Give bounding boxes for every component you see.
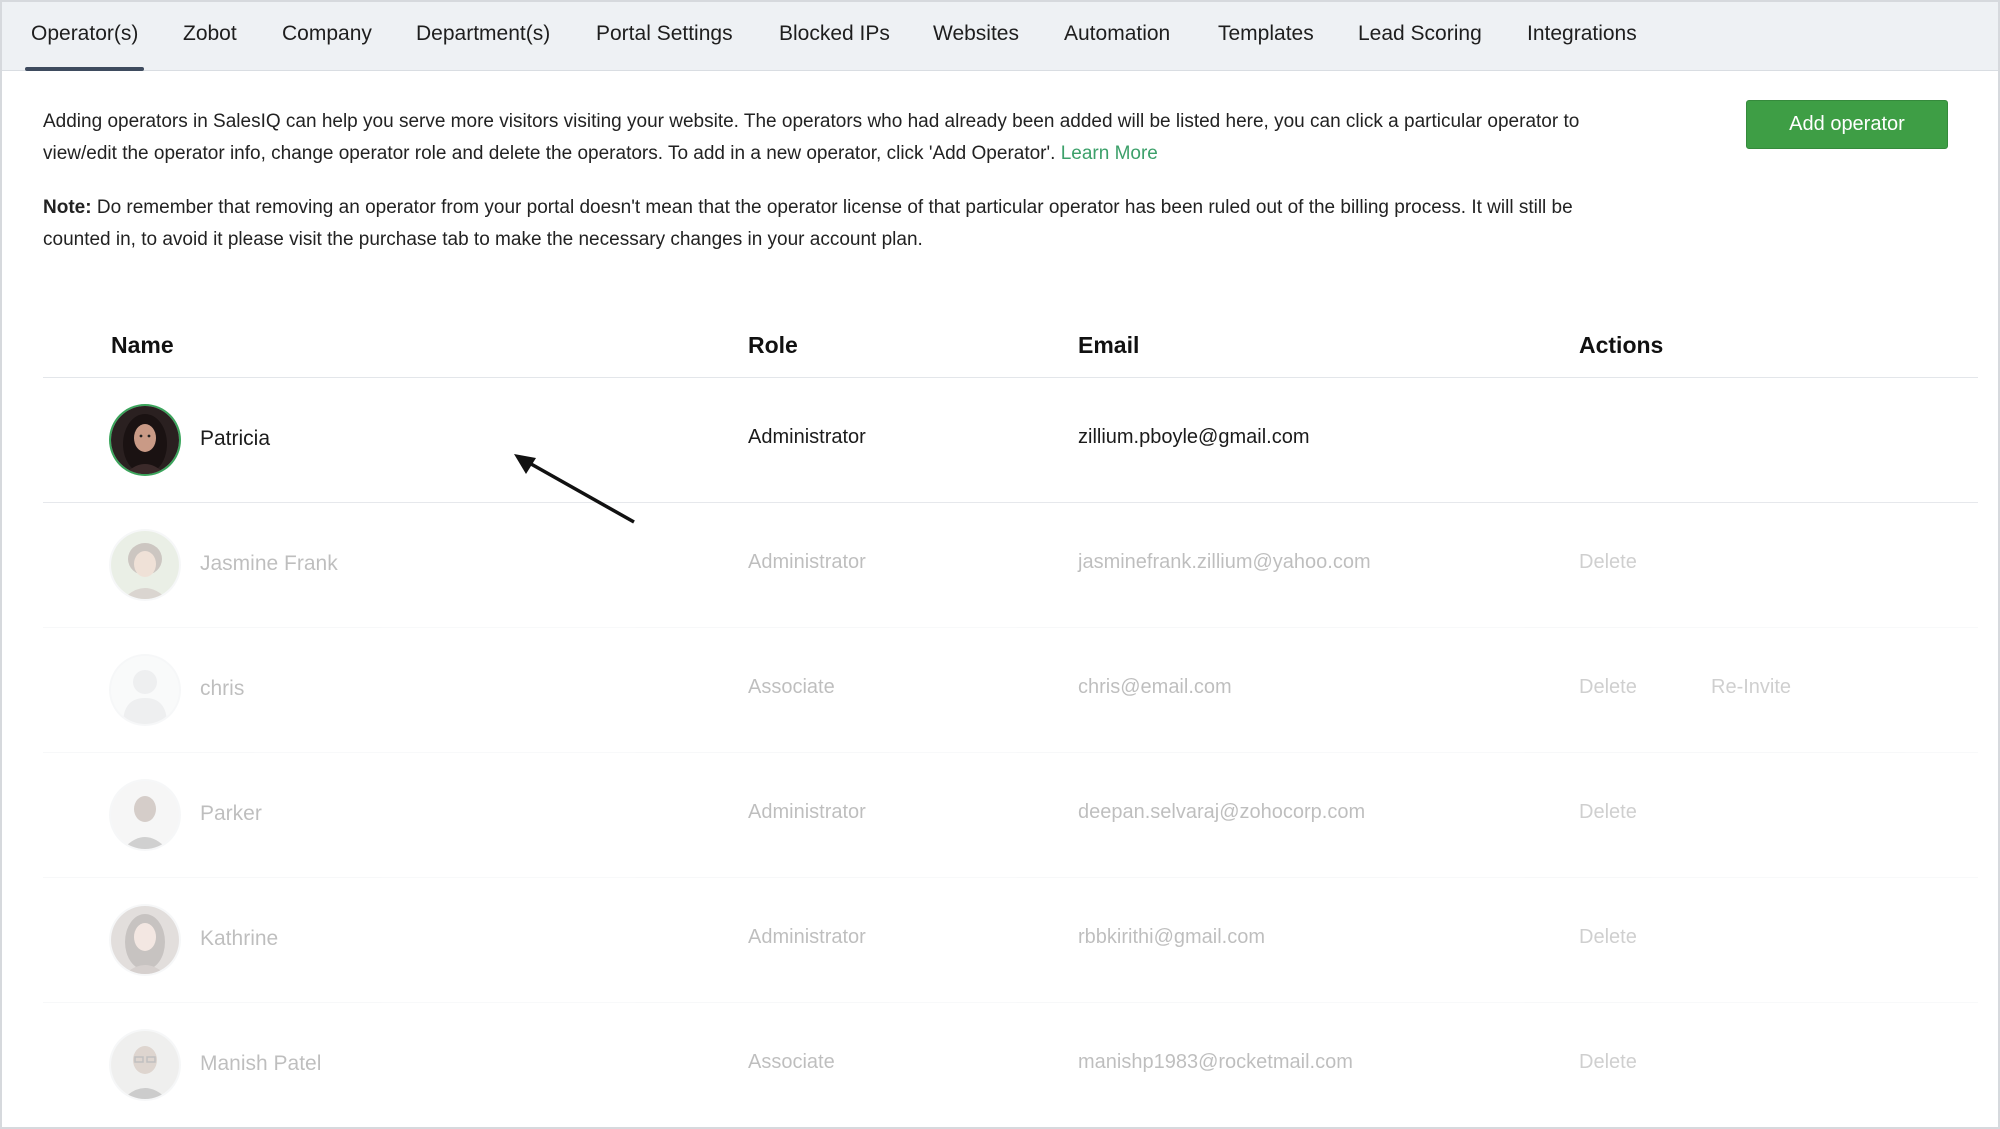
annotation-arrow-icon	[514, 454, 635, 524]
operator-email: manishp1983@rocketmail.com	[1078, 1051, 1353, 1073]
learn-more-link[interactable]: Learn More	[1061, 143, 1158, 164]
note-text: Do remember that removing an operator fr…	[43, 197, 1573, 250]
avatar-photo-woman-long-hair-icon	[111, 906, 179, 974]
column-header-role: Role	[748, 332, 798, 358]
photo-man-glasses-icon	[111, 1031, 179, 1099]
photo-woman-long-hair-icon	[111, 906, 179, 974]
table-row[interactable]: Parker Administrator deepan.selvaraj@zoh…	[43, 753, 1978, 878]
intro-text: Adding operators in SalesIQ can help you…	[43, 111, 1580, 164]
operator-email: jasminefrank.zillium@yahoo.com	[1078, 551, 1371, 573]
delete-button[interactable]: Delete	[1579, 676, 1637, 699]
billing-note: Note: Do remember that removing an opera…	[43, 192, 1588, 256]
operator-role: Associate	[748, 676, 835, 698]
operators-table-header: Name Role Email Actions	[43, 324, 1978, 378]
tab-portal-settings[interactable]: Portal Settings	[596, 2, 733, 71]
tab-automation[interactable]: Automation	[1064, 2, 1170, 71]
operator-name[interactable]: Manish Patel	[200, 1052, 321, 1076]
tab-zobot[interactable]: Zobot	[183, 2, 237, 71]
operator-email: zillium.pboyle@gmail.com	[1078, 426, 1310, 448]
operator-role: Administrator	[748, 551, 866, 573]
operator-email: deepan.selvaraj@zohocorp.com	[1078, 801, 1366, 823]
photo-woman-short-hair-icon	[111, 531, 179, 599]
delete-button[interactable]: Delete	[1579, 551, 1637, 574]
delete-button[interactable]: Delete	[1579, 1051, 1637, 1074]
tab-templates[interactable]: Templates	[1218, 2, 1314, 71]
avatar-photo-man-glasses-icon	[111, 1031, 179, 1099]
table-row[interactable]: Patricia Administrator zillium.pboyle@gm…	[43, 378, 1978, 503]
operator-role: Administrator	[748, 426, 866, 448]
delete-button[interactable]: Delete	[1579, 926, 1637, 949]
operator-name[interactable]: chris	[200, 677, 244, 701]
tab-integrations[interactable]: Integrations	[1527, 2, 1637, 71]
table-row[interactable]: Jasmine Frank Administrator jasminefrank…	[43, 503, 1978, 628]
tab-lead-scoring[interactable]: Lead Scoring	[1358, 2, 1482, 71]
operator-role: Administrator	[748, 926, 866, 948]
photo-man-icon	[111, 781, 179, 849]
operator-name[interactable]: Patricia	[200, 427, 270, 451]
settings-tab-bar: Operator(s) Zobot Company Department(s) …	[2, 2, 1998, 71]
tab-operators[interactable]: Operator(s)	[24, 2, 145, 71]
column-header-actions: Actions	[1579, 332, 1664, 358]
avatar-photo-woman-dark-hair-icon	[111, 406, 179, 474]
operator-name[interactable]: Parker	[200, 802, 262, 826]
tab-company[interactable]: Company	[282, 2, 372, 71]
column-header-email: Email	[1078, 332, 1140, 358]
re-invite-button[interactable]: Re-Invite	[1711, 676, 1791, 699]
add-operator-button[interactable]: Add operator	[1746, 100, 1948, 149]
operator-role: Associate	[748, 1051, 835, 1073]
operator-name[interactable]: Jasmine Frank	[200, 552, 338, 576]
avatar-photo-man-icon	[111, 781, 179, 849]
table-row[interactable]: Manish Patel Associate manishp1983@rocke…	[43, 1003, 1978, 1127]
table-row[interactable]: chris Associate chris@email.com Delete R…	[43, 628, 1978, 753]
tab-departments[interactable]: Department(s)	[416, 2, 550, 71]
note-label: Note:	[43, 197, 92, 218]
app-frame: Operator(s) Zobot Company Department(s) …	[0, 0, 2000, 1129]
delete-button[interactable]: Delete	[1579, 801, 1637, 824]
tab-blocked-ips[interactable]: Blocked IPs	[779, 2, 890, 71]
default-user-icon	[111, 656, 179, 724]
operator-email: chris@email.com	[1078, 676, 1232, 698]
operator-name[interactable]: Kathrine	[200, 927, 278, 951]
intro-description: Adding operators in SalesIQ can help you…	[43, 106, 1588, 170]
column-header-name: Name	[111, 332, 174, 358]
operator-email: rbbkirithi@gmail.com	[1078, 926, 1266, 948]
avatar-photo-woman-short-hair-icon	[111, 531, 179, 599]
table-row[interactable]: Kathrine Administrator rbbkirithi@gmail.…	[43, 878, 1978, 1003]
avatar-default-user-icon	[111, 656, 179, 724]
tab-websites[interactable]: Websites	[933, 2, 1019, 71]
photo-woman-dark-hair-icon	[111, 406, 179, 474]
operator-role: Administrator	[748, 801, 866, 823]
